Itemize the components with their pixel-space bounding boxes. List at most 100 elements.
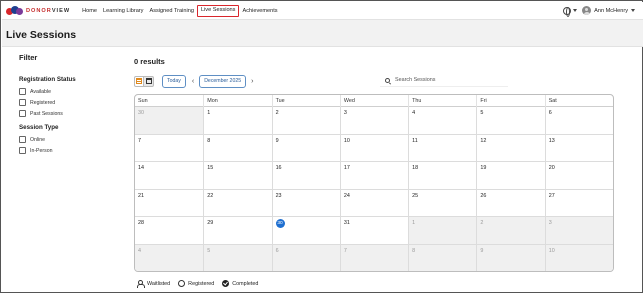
list-view-icon [136,78,142,84]
calendar-day-cell[interactable]: 18 [408,162,477,190]
date-number: 4 [412,110,416,116]
nav-home[interactable]: Home [79,5,100,17]
user-name: Ann McHenry [594,7,628,14]
legend-label: Registered [188,280,215,287]
date-number: 12 [480,137,487,144]
filter-option-online[interactable]: Online [19,134,119,145]
calendar-day-cell[interactable]: 9 [476,244,545,271]
filter-option-registered[interactable]: Registered [19,97,119,108]
calendar-day-cell[interactable]: 7 [135,135,204,163]
calendar-day-cell[interactable]: 10 [544,244,613,271]
chevron-down-icon [573,9,578,12]
date-number: 18 [412,165,419,172]
date-number: 10 [548,247,555,254]
page-title: Live Sessions [6,29,77,41]
calendar-day-cell[interactable]: 24 [339,189,409,218]
weekday-label: Fri [476,95,544,107]
calendar-day-cell[interactable]: 4 [135,244,204,271]
next-month-button[interactable]: › [251,75,253,88]
donorview-logo[interactable]: DONORVIEW [6,5,71,16]
checkbox[interactable] [19,136,26,143]
calendar-day-cell[interactable]: 6 [544,107,613,135]
weekday-label: Wed [339,95,408,107]
calendar-day-cell[interactable]: 10 [339,134,409,163]
calendar-day-cell[interactable]: 5 [203,244,272,271]
search-input[interactable] [395,77,495,83]
list-view-button[interactable] [134,75,144,87]
calendar-day-cell[interactable]: 2 [476,217,545,245]
calendar-day-cell[interactable]: 8 [203,134,272,163]
calendar-day-cell[interactable]: 12 [476,134,545,163]
weekday-label: Sat [544,95,613,107]
filter-title: Filter [19,53,38,62]
calendar-day-cell[interactable]: 27 [544,189,613,218]
date-number: 21 [138,192,144,199]
language-selector[interactable] [563,6,578,17]
calendar-view-button[interactable] [144,75,154,87]
calendar-day-cell[interactable]: 6 [271,244,340,271]
calendar-day-cell[interactable]: 3 [544,217,613,245]
calendar-day-cell[interactable]: 9 [271,134,340,163]
month-selector[interactable]: December 2025 [199,74,247,88]
calendar-day-cell[interactable]: 30 [271,217,340,245]
checkbox[interactable] [19,147,26,154]
session-type-heading: Session Type [19,124,59,131]
date-number: 22 [207,192,214,199]
calendar-day-cell[interactable]: 14 [135,162,204,190]
user-menu[interactable]: Ann McHenry [582,6,635,15]
calendar-day-cell[interactable]: 1 [203,107,272,135]
date-number: 1 [412,220,416,227]
today-date-number: 30 [275,219,285,229]
calendar-day-cell[interactable]: 15 [203,162,272,190]
date-number: 11 [412,137,418,144]
calendar-day-cell[interactable]: 29 [203,217,272,245]
calendar-day-cell[interactable]: 19 [476,162,545,190]
calendar-day-cell[interactable]: 13 [544,134,613,163]
calendar-day-cell[interactable]: 11 [408,134,477,163]
today-button[interactable]: Today [162,74,186,88]
calendar-day-cell[interactable]: 28 [135,217,204,245]
date-number: 3 [343,110,347,116]
date-number: 8 [207,137,211,144]
calendar-day-cell[interactable]: 22 [203,189,272,218]
waitlisted-icon [136,279,145,288]
calendar-day-cell[interactable]: 20 [544,162,613,190]
calendar-day-cell[interactable]: 2 [271,107,340,135]
main-nav: Home Learning Library Assigned Training … [79,2,280,19]
checkbox[interactable] [19,99,26,106]
calendar-day-cell[interactable]: 31 [339,217,409,245]
filter-option-in-person[interactable]: In-Person [19,145,119,156]
prev-month-button[interactable]: ‹ [192,75,194,88]
nav-assigned-training[interactable]: Assigned Training [146,5,196,17]
checkbox[interactable] [19,110,26,117]
filter-option-past-sessions[interactable]: Past Sessions [19,108,119,119]
date-number: 7 [343,247,347,254]
calendar-day-cell[interactable]: 5 [476,107,545,135]
date-number: 14 [138,165,144,172]
nav-achievements[interactable]: Achievements [239,5,280,17]
nav-learning-library[interactable]: Learning Library [100,5,146,17]
date-number: 9 [275,137,279,144]
calendar-day-cell[interactable]: 17 [339,162,409,190]
date-number: 5 [480,110,484,116]
calendar-day-cell[interactable]: 26 [476,189,545,218]
calendar-day-cell[interactable]: 21 [135,190,204,218]
chevron-down-icon [631,9,635,12]
option-label: Registered [30,99,56,106]
calendar-day-cell[interactable]: 4 [408,107,477,135]
nav-live-sessions[interactable]: Live Sessions [196,4,240,17]
calendar-day-cell[interactable]: 8 [408,244,477,271]
filter-option-available[interactable]: Available [19,86,119,97]
date-number: 31 [343,220,350,227]
calendar-day-cell[interactable]: 25 [408,189,477,218]
calendar-day-cell[interactable]: 3 [339,107,409,135]
calendar-day-cell[interactable]: 16 [271,162,340,190]
calendar-day-cell[interactable]: 23 [271,189,340,218]
option-label: Past Sessions [30,110,63,117]
calendar-day-cell[interactable]: 1 [408,217,477,245]
checkbox[interactable] [19,88,26,95]
logo-text: DONORVIEW [26,7,71,14]
calendar-day-cell[interactable]: 30 [135,107,204,135]
date-number: 23 [275,192,282,199]
calendar-day-cell[interactable]: 7 [339,244,409,271]
